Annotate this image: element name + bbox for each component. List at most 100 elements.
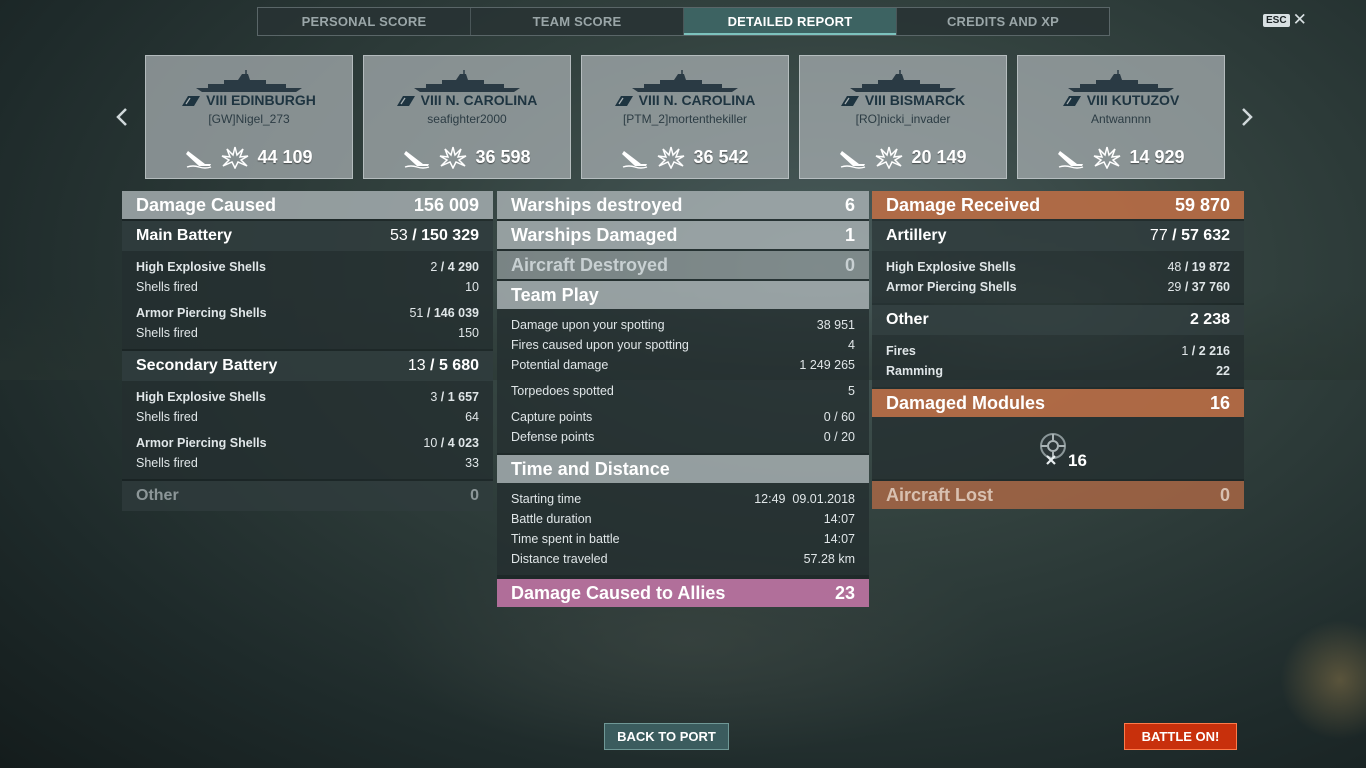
mb-he-row: High Explosive Shells 2 / 4 290 [136,260,479,274]
ship-stats: 36 542 [582,144,788,170]
capture-points-row: Capture points 0 / 60 [511,410,855,424]
chevron-left-icon [116,108,127,126]
player-name: [RO]nicki_invader [855,112,951,126]
other-received-details: Fires 1 / 2 216 Ramming 22 [872,335,1244,387]
explosion-icon [876,146,903,169]
ship-stats: 44 109 [146,144,352,170]
damage-to-allies-row: Damage Caused to Allies 23 [497,579,869,607]
mb-ap-fired-row: Shells fired 150 [136,326,479,340]
tab-personal-score[interactable]: PERSONAL SCORE [258,8,471,35]
esc-key-label: ESC [1263,13,1290,27]
ship-damage-value: 36 598 [475,146,531,167]
artillery-details: High Explosive Shells 48 / 19 872 Armor P… [872,251,1244,303]
damage-received-header: Damage Received 59 870 [872,191,1244,219]
team-play-header: Team Play [497,281,869,309]
ship-silhouette-icon [850,70,956,92]
player-name: Antwannnn [1090,112,1152,126]
ship-name: VIII N. CAROLINA [364,92,570,108]
artillery-row: Artillery 77 / 57 632 [872,221,1244,251]
other-damage-row: Other 0 [122,481,493,511]
secondary-battery-row: Secondary Battery 13 / 5 680 [122,351,493,381]
close-button[interactable]: ESC ✕ [1263,11,1307,28]
player-name: [GW]Nigel_273 [208,112,290,126]
ship-card[interactable]: VIII KUTUZOV Antwannnn 14 929 [1017,55,1225,179]
sunk-ship-icon [840,151,866,169]
battle-on-button[interactable]: BATTLE ON! [1124,723,1237,750]
spotting-damage-row: Damage upon your spotting 38 951 [511,318,855,332]
received-he-row: High Explosive Shells 48 / 19 872 [886,260,1230,274]
defense-points-row: Defense points 0 / 20 [511,430,855,444]
ship-card[interactable]: VIII N. CAROLINA [PTM_2]mortenthekiller 36… [581,55,789,179]
damaged-modules-header: Damaged Modules 16 [872,389,1244,417]
explosion-icon [1094,146,1121,169]
ship-class-flag-icon [1062,96,1081,106]
ship-damage-value: 44 109 [257,146,313,167]
ship-name: VIII EDINBURGH [146,92,352,108]
back-to-port-button[interactable]: BACK TO PORT [604,723,729,750]
warships-damaged-row: Warships Damaged 1 [497,221,869,249]
ship-name: VIII KUTUZOV [1018,92,1224,108]
mb-ap-row: Armor Piercing Shells 51 / 146 039 [136,306,479,320]
chevron-right-icon [1242,108,1253,126]
aircraft-destroyed-row: Aircraft Destroyed 0 [497,251,869,279]
explosion-icon [440,146,467,169]
spotting-fires-row: Fires caused upon your spotting 4 [511,338,855,352]
ship-class-flag-icon [614,96,633,106]
damaged-modules-area: 16 [872,417,1244,479]
warships-destroyed-row: Warships destroyed 6 [497,191,869,219]
tab-detailed-report[interactable]: DETAILED REPORT [684,8,897,35]
starting-time-row: Starting time 12:49 09.01.2018 [511,492,855,506]
ship-class-flag-icon [182,96,201,106]
time-distance-header: Time and Distance [497,455,869,483]
ship-stats: 14 929 [1018,144,1224,170]
player-name: [PTM_2]mortenthekiller [622,112,748,126]
ship-silhouette-icon [196,70,302,92]
ship-stats: 36 598 [364,144,570,170]
other-received-row: Other 2 238 [872,305,1244,335]
sb-ap-row: Armor Piercing Shells 10 / 4 023 [136,436,479,450]
main-battery-row: Main Battery 53 / 150 329 [122,221,493,251]
sunk-ship-icon [404,151,430,169]
main-battery-details: High Explosive Shells 2 / 4 290 Shells fi… [122,251,493,349]
background-glow [1280,620,1366,740]
secondary-battery-details: High Explosive Shells 3 / 1 657 Shells fi… [122,381,493,479]
distance-traveled-row: Distance traveled 57.28 km [511,552,855,566]
ship-name: VIII BISMARCK [800,92,1006,108]
close-icon[interactable]: ✕ [1293,11,1307,28]
team-play-details: Damage upon your spotting 38 951 Fires ca… [497,309,869,453]
ship-damage-value: 14 929 [1129,146,1185,167]
potential-damage-row: Potential damage 1 249 265 [511,358,855,372]
damaged-module-icon [1040,433,1066,465]
combat-summary-panel: Warships destroyed 6 Warships Damaged 1 Ai… [497,191,869,607]
carousel-next-button[interactable] [1239,104,1255,130]
time-distance-details: Starting time 12:49 09.01.2018 Battle dur… [497,483,869,575]
ship-card[interactable]: VIII EDINBURGH [GW]Nigel_273 44 109 [145,55,353,179]
tab-team-score[interactable]: TEAM SCORE [471,8,684,35]
sb-he-fired-row: Shells fired 64 [136,410,479,424]
damaged-modules-count: 16 [1068,451,1087,470]
damage-caused-header: Damage Caused 156 009 [122,191,493,219]
sb-he-row: High Explosive Shells 3 / 1 657 [136,390,479,404]
sb-ap-fired-row: Shells fired 33 [136,456,479,470]
ship-stats: 20 149 [800,144,1006,170]
ship-damage-value: 36 542 [693,146,749,167]
ship-class-flag-icon [840,96,859,106]
ship-card[interactable]: VIII BISMARCK [RO]nicki_invader 20 149 [799,55,1007,179]
ship-damage-value: 20 149 [911,146,967,167]
mb-he-fired-row: Shells fired 10 [136,280,479,294]
aircraft-lost-row: Aircraft Lost 0 [872,481,1244,509]
explosion-icon [658,146,685,169]
sunk-ship-icon [622,151,648,169]
fires-row: Fires 1 / 2 216 [886,344,1230,358]
report-tabs: PERSONAL SCORE TEAM SCORE DETAILED REPOR… [257,7,1110,36]
ship-silhouette-icon [1068,70,1174,92]
ship-class-flag-icon [396,96,415,106]
ship-card[interactable]: VIII N. CAROLINA seafighter2000 36 598 [363,55,571,179]
torpedoes-spotted-row: Torpedoes spotted 5 [511,384,855,398]
ship-silhouette-icon [632,70,738,92]
damage-caused-panel: Damage Caused 156 009 Main Battery 53 / … [122,191,493,511]
explosion-icon [222,146,249,169]
carousel-prev-button[interactable] [114,104,130,130]
player-name: seafighter2000 [427,112,507,126]
tab-credits-and-xp[interactable]: CREDITS AND XP [897,8,1109,35]
